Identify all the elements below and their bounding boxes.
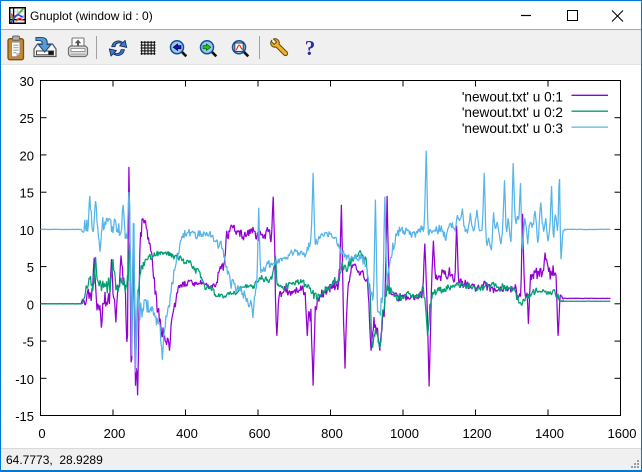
svg-text:400: 400 [176,426,198,441]
svg-text:20: 20 [20,148,34,163]
svg-text:15: 15 [20,186,34,201]
svg-text:800: 800 [321,426,343,441]
svg-text:200: 200 [104,426,126,441]
svg-text:5: 5 [27,260,34,275]
svg-text:30: 30 [20,74,34,89]
svg-text:'newout.txt' u 0:2: 'newout.txt' u 0:2 [462,105,563,120]
svg-text:-15: -15 [15,409,34,424]
svg-text:0: 0 [38,426,45,441]
svg-text:1600: 1600 [608,426,637,441]
svg-text:1000: 1000 [390,426,419,441]
svg-text:'newout.txt' u 0:3: 'newout.txt' u 0:3 [462,121,563,136]
svg-text:1400: 1400 [535,426,564,441]
svg-text:600: 600 [249,426,271,441]
svg-text:-5: -5 [22,335,34,350]
svg-text:'newout.txt' u 0:1: 'newout.txt' u 0:1 [462,89,563,104]
svg-text:-10: -10 [15,372,34,387]
svg-text:10: 10 [20,223,34,238]
svg-text:25: 25 [20,111,34,126]
svg-text:0: 0 [27,297,34,312]
svg-text:1200: 1200 [463,426,492,441]
